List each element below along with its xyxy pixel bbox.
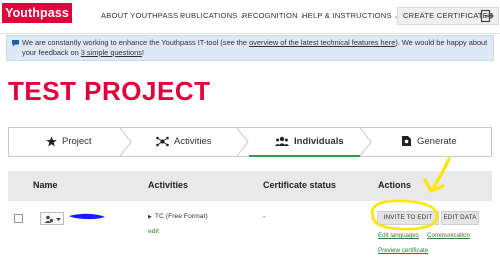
step-separator [360,128,372,156]
network-icon [156,136,169,147]
step-individuals-label: Individuals [294,136,344,147]
nav-help-label: HELP & INSTRUCTIONS [302,11,392,20]
chat-bubble-icon [12,40,19,47]
info-banner: We are constantly working to enhance the… [6,35,494,61]
active-step-indicator [249,155,360,157]
step-activities[interactable]: Activities [156,128,211,156]
column-name: Name [33,180,58,190]
column-certificate-status: Certificate status [263,180,337,190]
edit-activity-link[interactable]: edit [148,228,159,235]
step-individuals[interactable]: Individuals [275,128,344,156]
nav-about-label: ABOUT YOUTHPASS [101,11,179,20]
certificate-icon [402,136,411,147]
nav-recognition-label: RECOGNITION [242,11,298,20]
edit-languages-link[interactable]: Edit languages [378,232,419,239]
nav-recognition[interactable]: RECOGNITION ⌄ [242,11,306,20]
table-row: ▶ TC (Free Format) edit - INVITE TO EDIT … [8,201,492,265]
top-navigation: Youthpass ABOUT YOUTHPASS ⌄ PUBLICATIONS ⌄… [0,0,500,34]
banner-text-start: We are constantly working to enhance the… [22,38,250,47]
star-icon [46,136,57,147]
redacted-name [69,213,105,220]
certificate-status-value: - [263,214,266,221]
banner-text: We are constantly working to enhance the… [22,38,490,58]
youthpass-logo[interactable]: Youthpass [2,3,72,23]
row-select-checkbox[interactable] [14,214,23,223]
invite-to-edit-button[interactable]: INVITE TO EDIT [377,211,439,225]
nav-help-instructions[interactable]: HELP & INSTRUCTIONS⌄ [302,11,400,20]
feedback-questions-link[interactable]: 3 simple questions [81,48,142,57]
nav-publications-label: PUBLICATIONS [180,11,238,20]
banner-text-end: ! [141,48,145,57]
step-generate[interactable]: Generate [401,128,457,156]
expand-triangle-icon: ▶ [148,214,152,220]
edit-data-button[interactable]: EDIT DATA [441,211,479,225]
column-actions: Actions [378,180,412,190]
table-header: Name Activities Certificate status Actio… [8,171,492,201]
step-separator [237,128,249,156]
user-menu-button[interactable] [40,212,64,225]
nav-about-youthpass[interactable]: ABOUT YOUTHPASS ⌄ [101,11,186,20]
page-title: TEST PROJECT [8,76,211,106]
step-project[interactable]: Project [46,128,92,156]
activity-item[interactable]: ▶ TC (Free Format) [148,213,208,220]
user-dropdown-icon [44,215,61,223]
logout-icon[interactable] [480,9,494,23]
step-separator [120,128,132,156]
communication-link[interactable]: Communication [427,232,470,239]
step-generate-label: Generate [417,136,457,147]
preview-certificate-link[interactable]: Preview certificate [378,247,428,254]
users-icon [275,136,289,146]
column-activities: Activities [148,180,189,190]
step-activities-label: Activities [174,136,212,147]
steps-wizard: Project Activities Individuals Generate [8,127,492,157]
features-overview-link[interactable]: overview of the latest technical feature… [249,38,395,47]
step-project-label: Project [62,136,92,147]
nav-publications[interactable]: PUBLICATIONS ⌄ [180,11,246,20]
activity-name: TC (Free Format) [154,213,208,220]
